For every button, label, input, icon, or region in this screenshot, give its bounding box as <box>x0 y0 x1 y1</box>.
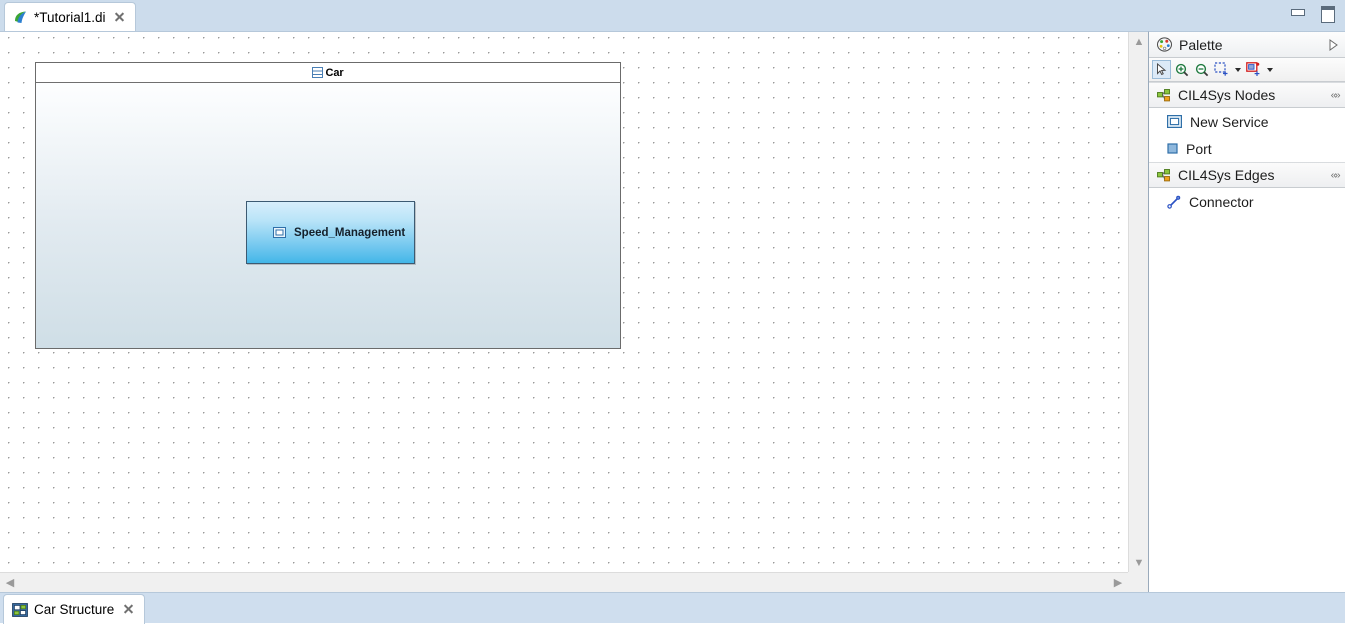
note-tool-button[interactable] <box>1244 60 1263 79</box>
service-icon <box>273 227 286 238</box>
palette-section-label: CIL4Sys Edges <box>1178 167 1275 183</box>
speed-management-label: Speed_Management <box>294 226 406 239</box>
palette-section-label: CIL4Sys Nodes <box>1178 87 1276 103</box>
port-icon <box>1167 143 1178 154</box>
nodes-icon <box>1157 88 1171 102</box>
nodes-icon <box>1157 168 1171 182</box>
palette-title-label: Palette <box>1179 36 1223 53</box>
chevron-down-icon <box>1234 67 1241 72</box>
new-service-icon <box>1167 115 1182 128</box>
diagram-icon <box>12 602 28 617</box>
diagram-canvas[interactable]: Car Speed_Management <box>0 32 1128 573</box>
car-container-label: Car <box>325 66 344 79</box>
window-controls <box>1289 4 1335 23</box>
maximize-icon[interactable] <box>1319 4 1335 23</box>
palette-section-cil4sys-nodes[interactable]: CIL4Sys Nodes «» <box>1149 82 1345 108</box>
zoom-in-tool-button[interactable] <box>1172 60 1191 79</box>
chevron-down-icon <box>1266 67 1273 72</box>
diagram-tab-car-structure[interactable]: Car Structure <box>3 594 146 624</box>
select-tool-button[interactable] <box>1152 60 1171 79</box>
marquee-dropdown-button[interactable] <box>1232 60 1243 79</box>
diagram-tab-bar: Car Structure <box>0 592 1345 624</box>
note-dropdown-button[interactable] <box>1264 60 1275 79</box>
palette-item-port[interactable]: Port <box>1149 135 1345 162</box>
palette-panel: Palette CIL4Sys Nodes «» New Service Por… <box>1148 31 1345 592</box>
canvas-horizontal-scrollbar[interactable]: ◀ ▶ <box>0 572 1128 592</box>
canvas-vertical-scrollbar[interactable]: ▲ ▼ <box>1128 32 1148 573</box>
close-icon[interactable] <box>122 603 135 616</box>
connector-icon <box>1167 195 1181 209</box>
palette-empty-space <box>1149 215 1345 536</box>
tutorial-file-icon <box>13 10 29 25</box>
editor-tab-bar-inner: *Tutorial1.di <box>0 0 1345 31</box>
diagram-tab-label: Car Structure <box>34 602 115 617</box>
palette-item-label: Connector <box>1189 193 1254 210</box>
close-icon[interactable] <box>113 11 126 24</box>
palette-section-cil4sys-edges[interactable]: CIL4Sys Edges «» <box>1149 162 1345 188</box>
chevron-left-icon[interactable]: ◀ <box>0 573 20 593</box>
class-icon <box>312 67 324 78</box>
palette-item-new-service[interactable]: New Service <box>1149 108 1345 135</box>
triangle-right-icon[interactable] <box>1328 38 1339 51</box>
editor-tab-bar: *Tutorial1.di <box>0 0 1345 31</box>
eclipse-editor-window: *Tutorial1.di Car Speed_Management ▲ ▼ ◀… <box>0 0 1345 624</box>
collapse-icon[interactable]: «» <box>1331 170 1341 181</box>
palette-icon <box>1157 37 1172 52</box>
chevron-down-icon[interactable]: ▼ <box>1129 553 1149 573</box>
zoom-out-tool-button[interactable] <box>1192 60 1211 79</box>
minimize-icon[interactable] <box>1289 4 1305 20</box>
palette-item-label: New Service <box>1190 113 1269 130</box>
palette-item-connector[interactable]: Connector <box>1149 188 1345 215</box>
palette-header[interactable]: Palette <box>1149 32 1345 58</box>
diagram-editor-area: Car Speed_Management ▲ ▼ ◀ ▶ <box>0 31 1148 592</box>
chevron-right-icon[interactable]: ▶ <box>1108 573 1128 593</box>
marquee-tool-button[interactable] <box>1212 60 1231 79</box>
collapse-icon[interactable]: «» <box>1331 90 1341 101</box>
palette-item-label: Port <box>1186 140 1212 157</box>
palette-toolbar <box>1149 58 1345 82</box>
editor-tab-label: *Tutorial1.di <box>34 9 106 25</box>
car-container-header: Car <box>36 63 620 83</box>
editor-tab-tutorial1[interactable]: *Tutorial1.di <box>4 2 136 31</box>
speed-management-node[interactable]: Speed_Management <box>246 201 415 264</box>
scrollbar-corner <box>1128 572 1148 592</box>
chevron-up-icon[interactable]: ▲ <box>1129 32 1149 52</box>
